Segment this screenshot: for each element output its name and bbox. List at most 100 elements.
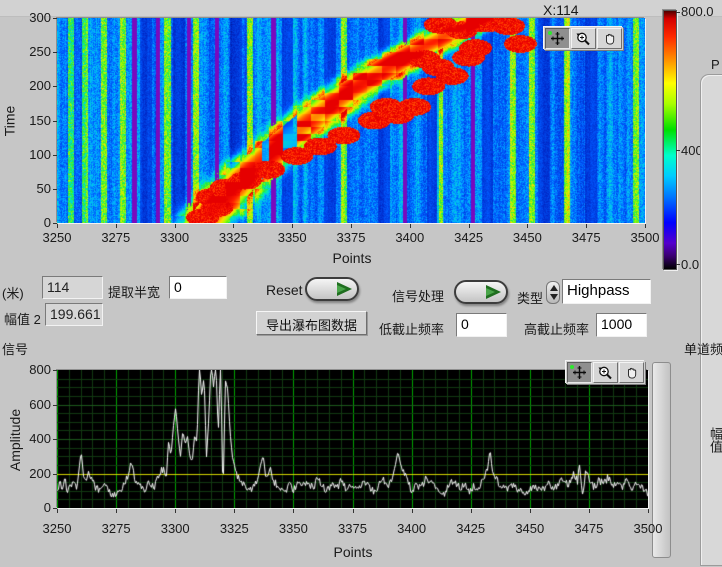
y-tick-mark <box>53 223 57 224</box>
x-tick-label: 3350 <box>271 521 315 536</box>
x-tick-mark <box>175 224 176 228</box>
x-tick-label: 3325 <box>211 230 255 245</box>
reset-button[interactable] <box>305 277 359 301</box>
x-tick-label: 3375 <box>331 521 375 536</box>
x-tick-mark <box>469 224 470 228</box>
magnifier-icon <box>575 31 592 47</box>
top-y-axis-label: Time <box>1 106 17 137</box>
pan-tool-button[interactable] <box>619 362 644 383</box>
y-tick-mark <box>53 189 57 190</box>
y-tick-label: 250 <box>17 44 51 59</box>
x-tick-label: 3250 <box>35 521 79 536</box>
y-tick-label: 100 <box>17 147 51 162</box>
signal-processing-toggle[interactable] <box>454 280 508 304</box>
y-tick-label: 400 <box>17 431 51 446</box>
spinner-up-icon[interactable] <box>550 285 558 291</box>
x-tick-mark <box>589 509 590 513</box>
green-arrow-icon <box>486 285 501 299</box>
filter-type-dropdown[interactable]: Highpass <box>562 279 651 304</box>
x-tick-label: 3300 <box>153 230 197 245</box>
amplitude2-label: 幅值 2 <box>4 309 41 328</box>
x-tick-label: 3475 <box>564 230 608 245</box>
crosshair-icon <box>572 365 587 380</box>
x-tick-mark <box>116 509 117 513</box>
y-tick-mark <box>53 86 57 87</box>
zoom-tool-button[interactable] <box>593 362 618 383</box>
graph-palette-bottom <box>566 361 645 384</box>
x-tick-mark <box>353 509 354 513</box>
y-tick-mark <box>53 52 57 53</box>
x-tick-label: 3475 <box>567 521 611 536</box>
x-tick-mark <box>648 509 649 513</box>
x-tick-label: 3450 <box>505 230 549 245</box>
pan-tool-button[interactable] <box>597 28 622 49</box>
cursor-readout: X:114 <box>543 2 579 18</box>
y-tick-mark <box>53 370 57 371</box>
x-tick-label: 3275 <box>94 521 138 536</box>
colorbar-tick <box>676 150 680 151</box>
y-tick-label: 800 <box>17 362 51 377</box>
x-tick-label: 3400 <box>390 521 434 536</box>
spinner-down-icon[interactable] <box>550 294 558 300</box>
right-vertical-axis-label: 幅值 <box>703 427 722 453</box>
single-channel-section-label: 单道频谱 <box>684 339 722 358</box>
y-tick-mark <box>53 405 57 406</box>
filter-type-label: 类型 <box>517 288 543 307</box>
top-strip <box>0 0 722 17</box>
x-tick-label: 3400 <box>388 230 432 245</box>
x-tick-mark <box>57 509 58 513</box>
cursor-tool-button[interactable] <box>567 362 592 383</box>
low-cutoff-input[interactable]: 0 <box>456 313 507 337</box>
x-tick-label: 3250 <box>35 230 79 245</box>
x-tick-label: 3325 <box>212 521 256 536</box>
high-cutoff-input[interactable]: 1000 <box>596 313 647 337</box>
magnifier-icon <box>597 365 614 381</box>
x-tick-mark <box>234 509 235 513</box>
filter-type-spinner[interactable] <box>546 281 560 304</box>
y-tick-mark <box>53 508 57 509</box>
x-tick-label: 3500 <box>623 230 667 245</box>
amplitude2-value-box[interactable]: 199.661 <box>45 303 103 326</box>
x-tick-mark <box>116 224 117 228</box>
x-tick-mark <box>293 509 294 513</box>
zoom-tool-button[interactable] <box>571 28 596 49</box>
x-tick-mark <box>175 509 176 513</box>
top-x-axis-label: Points <box>330 250 374 266</box>
low-cutoff-label: 低截止频率 <box>379 319 444 338</box>
hand-icon <box>624 365 640 381</box>
x-tick-mark <box>57 224 58 228</box>
y-tick-label: 300 <box>17 10 51 25</box>
hand-icon <box>602 31 618 47</box>
extract-halfwidth-input[interactable]: 0 <box>169 276 227 299</box>
export-waterfall-data-button[interactable]: 导出瀑布图数据 <box>256 311 367 335</box>
y-tick-mark <box>53 155 57 156</box>
y-tick-mark <box>53 121 57 122</box>
y-tick-label: 50 <box>17 181 51 196</box>
colorbar-tick <box>676 264 680 265</box>
x-tick-mark <box>530 509 531 513</box>
tool-active-led <box>548 31 552 35</box>
y-tick-label: 200 <box>17 466 51 481</box>
signal-canvas[interactable] <box>57 370 648 508</box>
y-tick-label: 0 <box>17 215 51 230</box>
y-tick-label: 150 <box>17 113 51 128</box>
cursor-tool-button[interactable] <box>545 28 570 49</box>
x-tick-label: 3375 <box>329 230 373 245</box>
position-value-box[interactable]: 114 <box>42 276 103 299</box>
signal-plot[interactable] <box>57 370 648 508</box>
y-tick-mark <box>53 474 57 475</box>
x-tick-mark <box>412 509 413 513</box>
bottom-x-axis-label: Points <box>331 544 375 560</box>
high-cutoff-label: 高截止频率 <box>524 319 589 338</box>
x-tick-label: 3275 <box>94 230 138 245</box>
y-tick-label: 200 <box>17 78 51 93</box>
x-tick-label: 3450 <box>508 521 552 536</box>
x-tick-mark <box>586 224 587 228</box>
crosshair-icon <box>550 31 565 46</box>
position-meters-label: (米) <box>2 283 24 302</box>
signal-processing-label: 信号处理 <box>392 286 444 305</box>
y-tick-mark <box>53 439 57 440</box>
x-tick-mark <box>292 224 293 228</box>
colorbar-tick <box>676 12 680 13</box>
x-tick-mark <box>351 224 352 228</box>
